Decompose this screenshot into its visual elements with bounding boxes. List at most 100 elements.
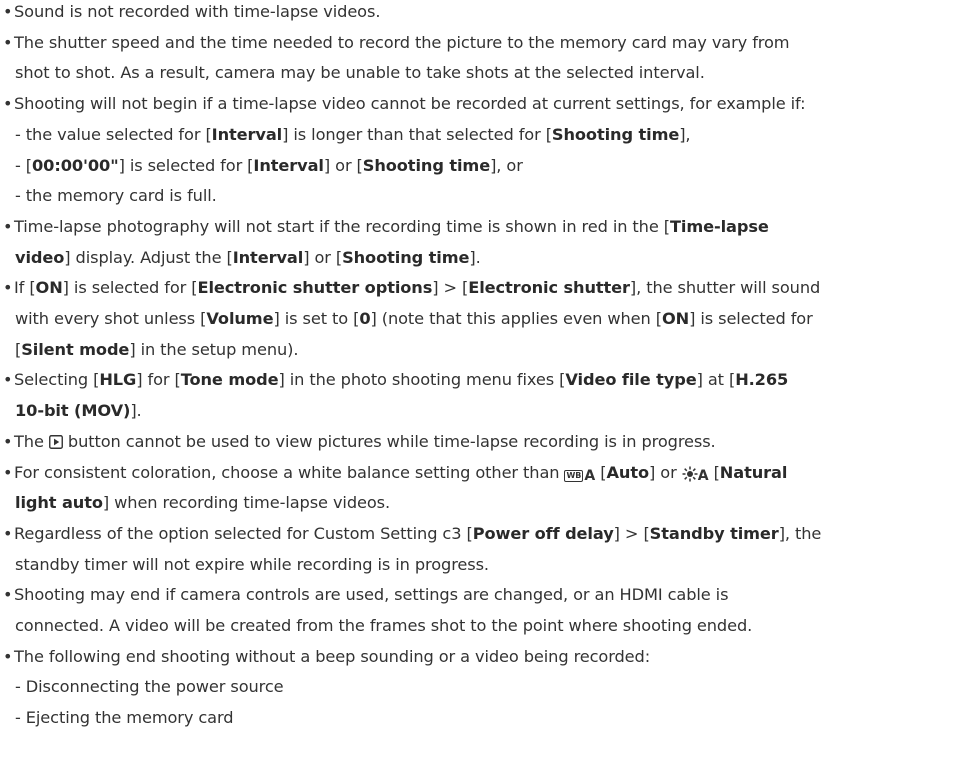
- text-segment: ] display. Adjust the [: [64, 247, 233, 267]
- text-segment: The shutter speed and the time needed to…: [14, 32, 790, 52]
- bullet-marker: •: [3, 2, 13, 21]
- text-segment: ].: [130, 401, 142, 421]
- bold-term: 00:00'00": [32, 155, 119, 175]
- bullet-continuation: with every shot unless [Volume] is set t…: [15, 308, 813, 330]
- bullet-continuation: light auto] when recording time-lapse vi…: [15, 492, 390, 514]
- bold-term: ON: [35, 278, 63, 298]
- bullet-item: • Selecting [HLG] for [Tone mode] in the …: [0, 369, 788, 391]
- text-segment: Shooting will not begin if a time-lapse …: [14, 94, 806, 114]
- sub-item: - [00:00'00"] is selected for [Interval]…: [15, 155, 523, 177]
- text-segment: ] is selected for: [689, 309, 813, 328]
- text-segment: ], the shutter will sound: [629, 278, 821, 298]
- playback-button-icon: [48, 433, 63, 455]
- bullet-marker: •: [3, 646, 13, 666]
- wb-auto-icon: WB A: [564, 467, 596, 484]
- bold-term: Interval: [211, 124, 283, 144]
- bullet-marker: •: [3, 523, 13, 543]
- text-segment: shot to shot. As a result, camera may be…: [15, 63, 705, 83]
- bold-term: Shooting time: [342, 247, 470, 267]
- text-segment: ],: [679, 124, 691, 144]
- text-segment: with every shot unless [: [15, 309, 207, 328]
- bullet-item: • Regardless of the option selected for C…: [0, 523, 821, 545]
- bullet-marker: •: [3, 278, 13, 298]
- bullet-marker: •: [3, 462, 13, 482]
- bullet-continuation: video] display. Adjust the [Interval] or…: [15, 247, 481, 269]
- natural-light-auto-icon: A: [682, 465, 709, 487]
- bullet-continuation: 10-bit (MOV)].: [15, 400, 142, 422]
- text-segment: button cannot be used to view pictures w…: [62, 431, 716, 451]
- bullet-item: • Shooting may end if camera controls are…: [0, 584, 729, 606]
- text-segment: - Ejecting the memory card: [15, 708, 234, 728]
- bold-term: light auto: [15, 493, 103, 513]
- text-segment: For consistent coloration, choose a whit…: [14, 462, 565, 482]
- bold-term: 0: [359, 309, 371, 328]
- bold-term: Auto: [606, 462, 650, 482]
- bold-term: Interval: [253, 155, 324, 175]
- text-segment: - [: [15, 155, 33, 175]
- bullet-item: • Time-lapse photography will not start i…: [0, 216, 769, 238]
- text-segment: ] (note that this applies even when [: [370, 309, 662, 328]
- text-segment: ] is selected for [: [118, 155, 254, 175]
- text-segment: [: [595, 462, 607, 482]
- bullet-continuation: shot to shot. As a result, camera may be…: [15, 62, 705, 84]
- text-segment: - Disconnecting the power source: [15, 677, 284, 697]
- text-segment: If [: [14, 278, 36, 298]
- notes-document: • Sound is not recorded with time-lapse v…: [0, 0, 957, 765]
- bold-term: Tone mode: [180, 370, 279, 390]
- bold-term: Silent mode: [21, 339, 130, 359]
- text-segment: standby timer will not expire while reco…: [15, 554, 489, 574]
- text-segment: ] > [: [432, 278, 469, 298]
- text-segment: - the memory card is full.: [15, 186, 217, 206]
- bullet-marker: •: [3, 585, 13, 605]
- bullet-item: • The following end shooting without a be…: [0, 646, 650, 668]
- text-segment: ], or: [490, 155, 523, 175]
- bullet-item: • The button cannot be used to view pictu…: [0, 431, 716, 453]
- text-segment: ] for [: [136, 370, 181, 390]
- bold-term: 10-bit (MOV): [15, 401, 131, 421]
- text-segment: Time-lapse photography will not start if…: [14, 216, 670, 236]
- text-segment: ] is longer than that selected for [: [282, 124, 552, 144]
- bold-term: Volume: [206, 309, 274, 328]
- bold-term: Video file type: [565, 370, 697, 390]
- sub-item: - Ejecting the memory card: [15, 707, 234, 729]
- bold-term: H.265: [735, 370, 789, 390]
- bold-term: Power off delay: [472, 523, 614, 543]
- text-segment: ] in the setup menu).: [129, 339, 299, 359]
- bold-term: Interval: [232, 247, 304, 267]
- text-segment: ] is selected for [: [62, 278, 198, 298]
- bullet-item: • Shooting will not begin if a time-lapse…: [0, 93, 806, 115]
- bold-term: Shooting time: [362, 155, 491, 175]
- sub-item: - the memory card is full.: [15, 185, 217, 207]
- bold-term: Electronic shutter options: [197, 278, 433, 298]
- text-segment: ] when recording time-lapse videos.: [102, 493, 391, 513]
- bullet-continuation: standby timer will not expire while reco…: [15, 554, 489, 576]
- bullet-marker: •: [3, 370, 13, 390]
- text-segment: ] or: [649, 462, 682, 482]
- bold-term: ON: [661, 309, 690, 328]
- bullet-marker: •: [3, 216, 13, 236]
- text-segment: ] > [: [613, 523, 650, 543]
- text-segment: The: [14, 431, 49, 451]
- text-segment: Sound is not recorded with time-lapse vi…: [14, 2, 381, 21]
- bold-term: HLG: [99, 370, 137, 390]
- text-segment: [: [708, 462, 720, 482]
- text-segment: Shooting may end if camera controls are …: [14, 585, 729, 605]
- bullet-continuation: connected. A video will be created from …: [15, 615, 752, 637]
- bullet-marker: •: [3, 32, 13, 52]
- bold-term: Electronic shutter: [468, 278, 630, 298]
- text-segment: connected. A video will be created from …: [15, 616, 753, 635]
- text-segment: ], the: [778, 523, 822, 543]
- text-segment: - the value selected for [: [15, 124, 212, 144]
- text-segment: ] or [: [323, 155, 363, 175]
- text-segment: ] is set to [: [273, 309, 360, 328]
- text-segment: ] at [: [696, 370, 736, 390]
- bold-term: Shooting time: [551, 124, 680, 144]
- bold-term: Natural: [719, 462, 788, 482]
- bullet-marker: •: [3, 94, 13, 114]
- sub-item: - the value selected for [Interval] is l…: [15, 124, 691, 146]
- text-segment: ].: [469, 247, 481, 267]
- bullet-marker: •: [3, 431, 13, 451]
- text-segment: ] in the photo shooting menu fixes [: [278, 370, 566, 390]
- bullet-item: • Sound is not recorded with time-lapse v…: [0, 1, 380, 23]
- sub-item: - Disconnecting the power source: [15, 676, 284, 698]
